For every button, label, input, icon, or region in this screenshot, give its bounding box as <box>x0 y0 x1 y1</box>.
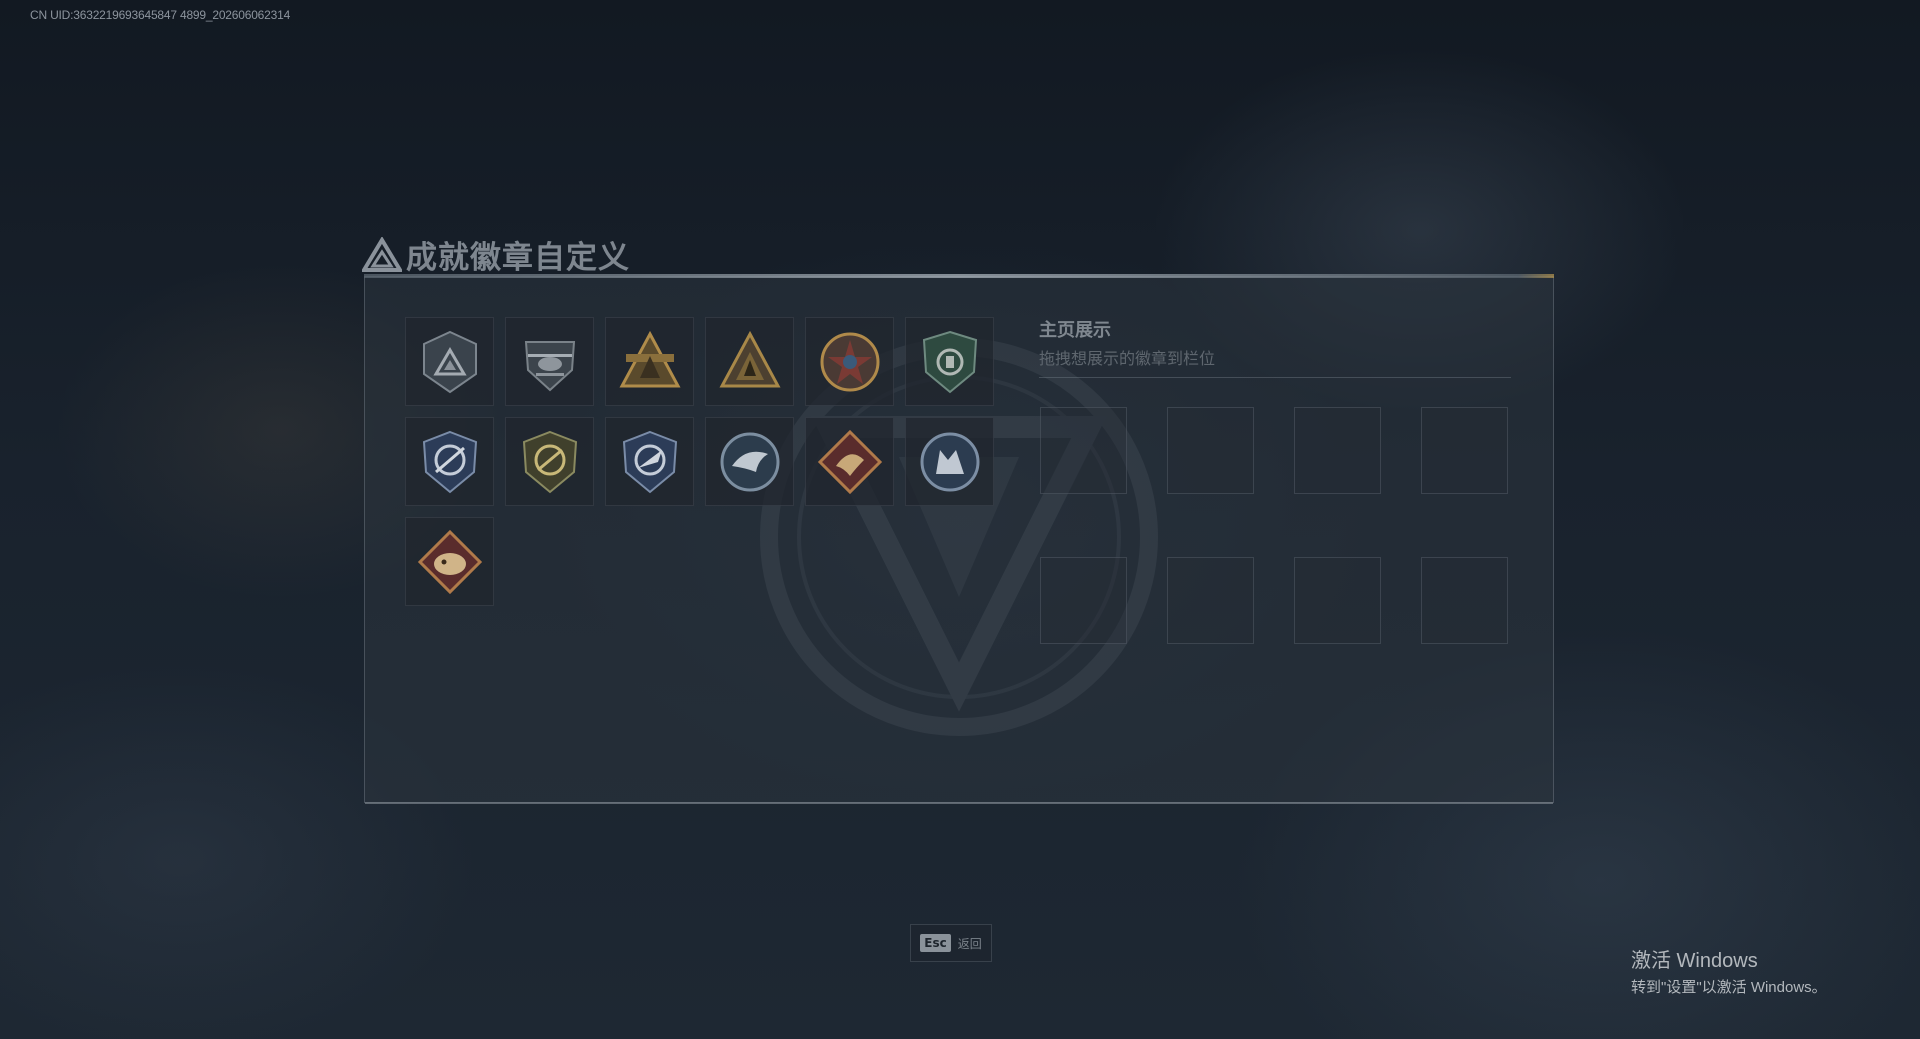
page-title: 成就徽章自定义 <box>406 240 630 276</box>
showcase-slot[interactable] <box>1040 557 1127 644</box>
page-header: 成就徽章自定义 <box>362 232 630 277</box>
badge-slot[interactable] <box>805 317 894 406</box>
gold-triangle-badge-icon <box>618 330 681 387</box>
showcase-slot[interactable] <box>1294 407 1381 494</box>
showcase-title: 主页展示 <box>1039 320 1111 341</box>
green-shield-badge-icon <box>922 330 977 393</box>
blue-wing-shield-badge-icon <box>422 430 477 493</box>
showcase-slot[interactable] <box>1167 407 1254 494</box>
dragon-diamond-badge-icon <box>817 429 882 494</box>
back-button[interactable]: Esc 返回 <box>910 924 992 962</box>
gold-mountain-triangle-badge-icon <box>718 330 781 387</box>
back-label: 返回 <box>957 936 982 951</box>
windows-activation-subtitle: 转到"设置"以激活 Windows。 <box>1631 979 1827 996</box>
player-uid: CN UID:3632219693645847 4899_20260606231… <box>30 8 291 22</box>
panel-top-border <box>364 274 1554 278</box>
badge-slot[interactable] <box>705 317 794 406</box>
badge-slot[interactable] <box>505 317 594 406</box>
homepage-showcase: 主页展示 拖拽想展示的徽章到栏位 <box>1039 316 1511 378</box>
badge-slot[interactable] <box>605 417 694 506</box>
badge-panel: 主页展示 拖拽想展示的徽章到栏位 <box>364 274 1554 804</box>
badge-slot[interactable] <box>905 317 994 406</box>
no-jet-shield-badge-icon <box>522 430 577 493</box>
badge-slot[interactable] <box>405 417 494 506</box>
showcase-slot[interactable] <box>1421 557 1508 644</box>
tiger-diamond-badge-icon <box>417 529 482 594</box>
badge-slot[interactable] <box>405 317 494 406</box>
badge-slot[interactable] <box>905 417 994 506</box>
showcase-slot[interactable] <box>1294 557 1381 644</box>
helicopter-badge-icon <box>524 340 575 391</box>
triangle-shield-badge-icon <box>422 330 477 393</box>
windows-activation-watermark: 激活 Windows 转到"设置"以激活 Windows。 <box>1631 944 1827 997</box>
windows-activation-title: 激活 Windows <box>1631 950 1758 972</box>
badge-grid <box>405 317 994 606</box>
showcase-slot[interactable] <box>1421 407 1508 494</box>
badge-slot[interactable] <box>805 417 894 506</box>
wolf-circle-badge-icon <box>920 432 979 491</box>
showcase-slot[interactable] <box>1040 407 1127 494</box>
panel-bottom-border <box>365 802 1553 804</box>
showcase-subtitle: 拖拽想展示的徽章到栏位 <box>1039 349 1216 368</box>
blue-jet-shield-badge-icon <box>622 430 677 493</box>
showcase-divider <box>1039 377 1511 378</box>
eagle-circle-badge-icon <box>720 432 779 491</box>
star-compass-badge-icon <box>820 332 879 391</box>
badge-slot[interactable] <box>405 517 494 606</box>
badge-slot[interactable] <box>605 317 694 406</box>
esc-key: Esc <box>920 934 951 952</box>
triangle-logo-icon <box>362 236 402 272</box>
badge-slot[interactable] <box>505 417 594 506</box>
showcase-slots <box>1040 407 1508 644</box>
badge-slot[interactable] <box>705 417 794 506</box>
showcase-slot[interactable] <box>1167 557 1254 644</box>
